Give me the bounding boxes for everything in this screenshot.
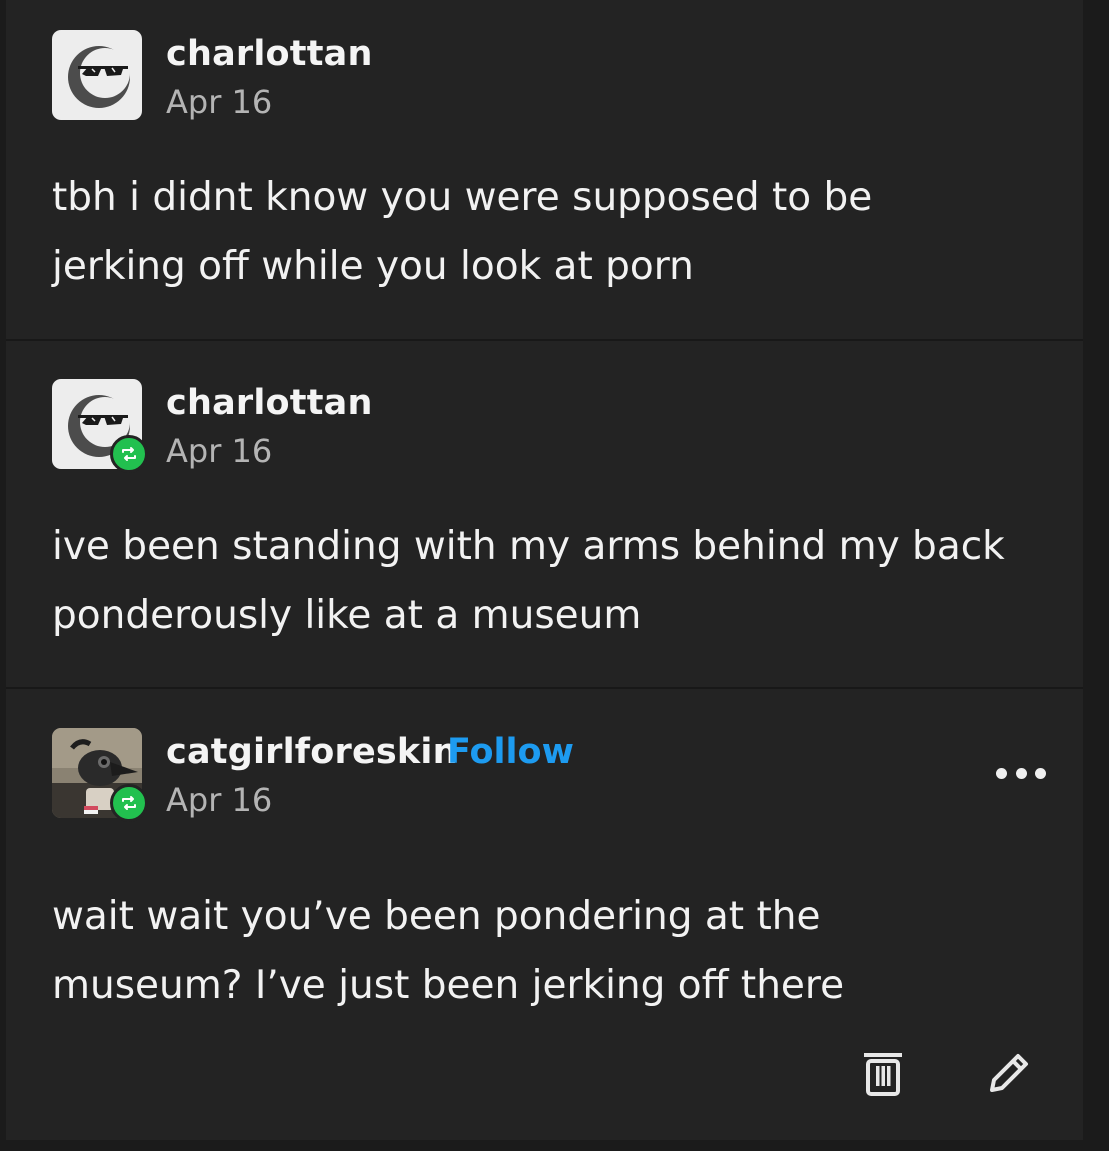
trash-icon xyxy=(864,1053,902,1096)
post-body: wait wait you’ve been pondering at the m… xyxy=(52,882,1062,1020)
more-options-button[interactable] xyxy=(996,763,1046,783)
reblog-badge xyxy=(110,435,148,473)
sunglasses-moon-avatar-icon xyxy=(52,30,142,120)
more-options-icon xyxy=(1035,767,1046,779)
avatar-charlottan[interactable] xyxy=(52,379,148,473)
more-options-icon xyxy=(996,767,1007,779)
post-body-line: tbh i didnt know you were supposed to be xyxy=(52,175,873,220)
delete-button[interactable] xyxy=(862,1050,904,1102)
post-body: ive been standing with my arms behind my… xyxy=(52,512,1062,650)
reblog-icon xyxy=(122,796,136,810)
post-body: tbh i didnt know you were supposed to be… xyxy=(52,163,1062,301)
post-body-line: ive been standing with my arms behind my… xyxy=(52,524,1005,569)
post-body-line: wait wait you’ve been pondering at the xyxy=(52,894,821,939)
pencil-icon xyxy=(990,1054,1028,1092)
post-reply: catgirlforeskin Follow Apr 16 wait wait … xyxy=(6,689,1083,1140)
edit-button[interactable] xyxy=(984,1050,1032,1102)
post-body-line: museum? I’ve just been jerking off there xyxy=(52,963,845,1008)
post-body-line: ponderously like at a museum xyxy=(52,593,642,638)
post-original: charlottan Apr 16 tbh i didnt know you w… xyxy=(6,0,1083,339)
post-date[interactable]: Apr 16 xyxy=(166,780,272,820)
post-date[interactable]: Apr 16 xyxy=(166,82,272,122)
post-reblog: charlottan Apr 16 ive been standing with… xyxy=(6,341,1083,687)
post-date[interactable]: Apr 16 xyxy=(166,431,272,471)
reblog-badge xyxy=(110,784,148,822)
post-thread: charlottan Apr 16 tbh i didnt know you w… xyxy=(6,0,1083,1140)
follow-button[interactable]: Follow xyxy=(447,732,574,772)
more-options-icon xyxy=(1015,767,1027,779)
post-username[interactable]: charlottan xyxy=(166,383,373,423)
post-username[interactable]: catgirlforeskin xyxy=(166,732,458,772)
avatar-charlottan[interactable] xyxy=(52,30,142,120)
reblog-icon xyxy=(122,447,136,461)
post-username[interactable]: charlottan xyxy=(166,34,373,74)
post-body-line: jerking off while you look at porn xyxy=(52,244,694,289)
avatar-catgirlforeskin[interactable] xyxy=(52,728,148,822)
